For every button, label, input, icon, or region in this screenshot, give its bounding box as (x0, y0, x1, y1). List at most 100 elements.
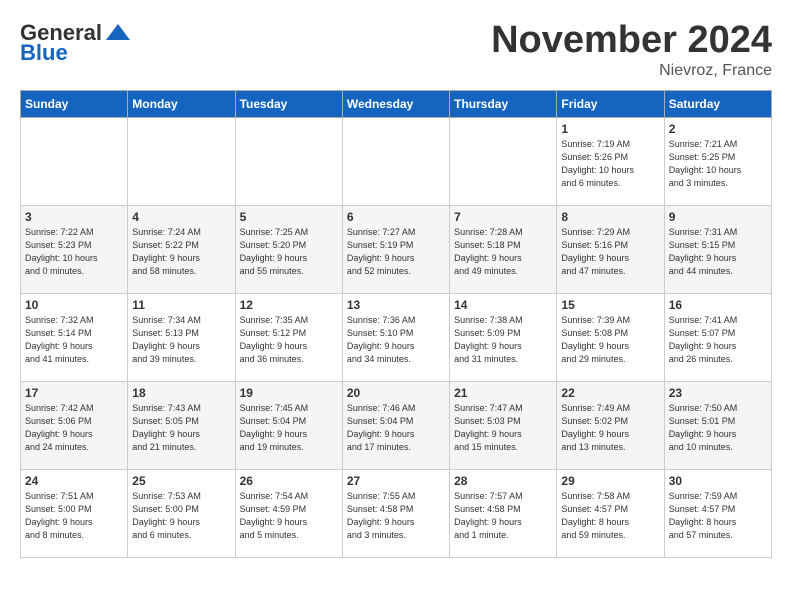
day-info: Sunrise: 7:25 AM Sunset: 5:20 PM Dayligh… (240, 226, 338, 278)
day-info: Sunrise: 7:19 AM Sunset: 5:26 PM Dayligh… (561, 138, 659, 190)
day-number: 22 (561, 386, 659, 400)
day-number: 12 (240, 298, 338, 312)
day-info: Sunrise: 7:27 AM Sunset: 5:19 PM Dayligh… (347, 226, 445, 278)
day-number: 26 (240, 474, 338, 488)
week-row-2: 3 Sunrise: 7:22 AM Sunset: 5:23 PM Daylig… (21, 205, 772, 293)
day-number: 20 (347, 386, 445, 400)
logo-blue: Blue (20, 40, 68, 66)
day-number: 5 (240, 210, 338, 224)
day-number: 21 (454, 386, 552, 400)
day-info: Sunrise: 7:45 AM Sunset: 5:04 PM Dayligh… (240, 402, 338, 454)
day-cell: 29 Sunrise: 7:58 AM Sunset: 4:57 PM Dayli… (557, 469, 664, 557)
day-cell: 20 Sunrise: 7:46 AM Sunset: 5:04 PM Dayli… (342, 381, 449, 469)
day-cell: 5 Sunrise: 7:25 AM Sunset: 5:20 PM Daylig… (235, 205, 342, 293)
day-cell (128, 117, 235, 205)
day-number: 11 (132, 298, 230, 312)
day-info: Sunrise: 7:58 AM Sunset: 4:57 PM Dayligh… (561, 490, 659, 542)
logo-icon (104, 22, 132, 44)
day-info: Sunrise: 7:34 AM Sunset: 5:13 PM Dayligh… (132, 314, 230, 366)
day-info: Sunrise: 7:53 AM Sunset: 5:00 PM Dayligh… (132, 490, 230, 542)
day-number: 17 (25, 386, 123, 400)
day-cell: 18Sunrise: 7:43 AM Sunset: 5:05 PM Dayli… (128, 381, 235, 469)
day-cell: 21 Sunrise: 7:47 AM Sunset: 5:03 PM Dayli… (450, 381, 557, 469)
day-info: Sunrise: 7:51 AM Sunset: 5:00 PM Dayligh… (25, 490, 123, 542)
day-cell (450, 117, 557, 205)
week-row-4: 17 Sunrise: 7:42 AM Sunset: 5:06 PM Dayli… (21, 381, 772, 469)
day-cell: 3 Sunrise: 7:22 AM Sunset: 5:23 PM Daylig… (21, 205, 128, 293)
day-cell: 16 Sunrise: 7:41 AM Sunset: 5:07 PM Dayli… (664, 293, 771, 381)
day-cell: 7Sunrise: 7:28 AM Sunset: 5:18 PM Daylig… (450, 205, 557, 293)
day-cell: 30 Sunrise: 7:59 AM Sunset: 4:57 PM Dayli… (664, 469, 771, 557)
calendar-table: SundayMondayTuesdayWednesdayThursdayFrid… (20, 90, 772, 558)
title-section: November 2024 Nievroz, France (491, 20, 772, 80)
day-cell: 6 Sunrise: 7:27 AM Sunset: 5:19 PM Daylig… (342, 205, 449, 293)
day-cell: 12 Sunrise: 7:35 AM Sunset: 5:12 PM Dayli… (235, 293, 342, 381)
page-header: General Blue November 2024 Nievroz, Fran… (20, 20, 772, 80)
day-info: Sunrise: 7:49 AM Sunset: 5:02 PM Dayligh… (561, 402, 659, 454)
day-info: Sunrise: 7:35 AM Sunset: 5:12 PM Dayligh… (240, 314, 338, 366)
day-cell: 2 Sunrise: 7:21 AM Sunset: 5:25 PM Daylig… (664, 117, 771, 205)
day-info: Sunrise: 7:36 AM Sunset: 5:10 PM Dayligh… (347, 314, 445, 366)
day-number: 14 (454, 298, 552, 312)
day-number: 28 (454, 474, 552, 488)
logo: General Blue (20, 20, 132, 66)
day-cell: 10Sunrise: 7:32 AM Sunset: 5:14 PM Dayli… (21, 293, 128, 381)
day-info: Sunrise: 7:46 AM Sunset: 5:04 PM Dayligh… (347, 402, 445, 454)
day-cell: 27 Sunrise: 7:55 AM Sunset: 4:58 PM Dayli… (342, 469, 449, 557)
day-number: 3 (25, 210, 123, 224)
day-cell (21, 117, 128, 205)
day-info: Sunrise: 7:54 AM Sunset: 4:59 PM Dayligh… (240, 490, 338, 542)
day-cell: 25Sunrise: 7:53 AM Sunset: 5:00 PM Dayli… (128, 469, 235, 557)
day-number: 23 (669, 386, 767, 400)
day-number: 30 (669, 474, 767, 488)
day-info: Sunrise: 7:21 AM Sunset: 5:25 PM Dayligh… (669, 138, 767, 190)
day-number: 27 (347, 474, 445, 488)
day-info: Sunrise: 7:47 AM Sunset: 5:03 PM Dayligh… (454, 402, 552, 454)
week-row-3: 10Sunrise: 7:32 AM Sunset: 5:14 PM Dayli… (21, 293, 772, 381)
day-cell: 11 Sunrise: 7:34 AM Sunset: 5:13 PM Dayli… (128, 293, 235, 381)
day-info: Sunrise: 7:39 AM Sunset: 5:08 PM Dayligh… (561, 314, 659, 366)
day-cell: 28 Sunrise: 7:57 AM Sunset: 4:58 PM Dayli… (450, 469, 557, 557)
day-header-friday: Friday (557, 90, 664, 117)
day-header-tuesday: Tuesday (235, 90, 342, 117)
day-header-wednesday: Wednesday (342, 90, 449, 117)
day-number: 7 (454, 210, 552, 224)
day-cell: 8 Sunrise: 7:29 AM Sunset: 5:16 PM Daylig… (557, 205, 664, 293)
day-info: Sunrise: 7:29 AM Sunset: 5:16 PM Dayligh… (561, 226, 659, 278)
day-cell: 13 Sunrise: 7:36 AM Sunset: 5:10 PM Dayli… (342, 293, 449, 381)
day-number: 8 (561, 210, 659, 224)
day-header-saturday: Saturday (664, 90, 771, 117)
day-info: Sunrise: 7:41 AM Sunset: 5:07 PM Dayligh… (669, 314, 767, 366)
day-info: Sunrise: 7:31 AM Sunset: 5:15 PM Dayligh… (669, 226, 767, 278)
month-title: November 2024 (491, 20, 772, 62)
day-info: Sunrise: 7:32 AM Sunset: 5:14 PM Dayligh… (25, 314, 123, 366)
location: Nievroz, France (491, 62, 772, 80)
day-number: 6 (347, 210, 445, 224)
day-info: Sunrise: 7:59 AM Sunset: 4:57 PM Dayligh… (669, 490, 767, 542)
day-number: 1 (561, 122, 659, 136)
day-info: Sunrise: 7:57 AM Sunset: 4:58 PM Dayligh… (454, 490, 552, 542)
day-number: 24 (25, 474, 123, 488)
day-info: Sunrise: 7:43 AM Sunset: 5:05 PM Dayligh… (132, 402, 230, 454)
week-row-1: 1 Sunrise: 7:19 AM Sunset: 5:26 PM Daylig… (21, 117, 772, 205)
day-cell: 22 Sunrise: 7:49 AM Sunset: 5:02 PM Dayli… (557, 381, 664, 469)
day-info: Sunrise: 7:38 AM Sunset: 5:09 PM Dayligh… (454, 314, 552, 366)
day-number: 2 (669, 122, 767, 136)
day-cell: 23Sunrise: 7:50 AM Sunset: 5:01 PM Dayli… (664, 381, 771, 469)
day-number: 29 (561, 474, 659, 488)
day-number: 15 (561, 298, 659, 312)
day-number: 4 (132, 210, 230, 224)
day-number: 9 (669, 210, 767, 224)
day-cell: 14 Sunrise: 7:38 AM Sunset: 5:09 PM Dayli… (450, 293, 557, 381)
day-cell: 24 Sunrise: 7:51 AM Sunset: 5:00 PM Dayli… (21, 469, 128, 557)
day-number: 16 (669, 298, 767, 312)
day-cell: 1 Sunrise: 7:19 AM Sunset: 5:26 PM Daylig… (557, 117, 664, 205)
day-cell: 26 Sunrise: 7:54 AM Sunset: 4:59 PM Dayli… (235, 469, 342, 557)
day-info: Sunrise: 7:24 AM Sunset: 5:22 PM Dayligh… (132, 226, 230, 278)
day-info: Sunrise: 7:55 AM Sunset: 4:58 PM Dayligh… (347, 490, 445, 542)
header-row: SundayMondayTuesdayWednesdayThursdayFrid… (21, 90, 772, 117)
day-info: Sunrise: 7:22 AM Sunset: 5:23 PM Dayligh… (25, 226, 123, 278)
day-number: 13 (347, 298, 445, 312)
day-number: 19 (240, 386, 338, 400)
day-info: Sunrise: 7:42 AM Sunset: 5:06 PM Dayligh… (25, 402, 123, 454)
